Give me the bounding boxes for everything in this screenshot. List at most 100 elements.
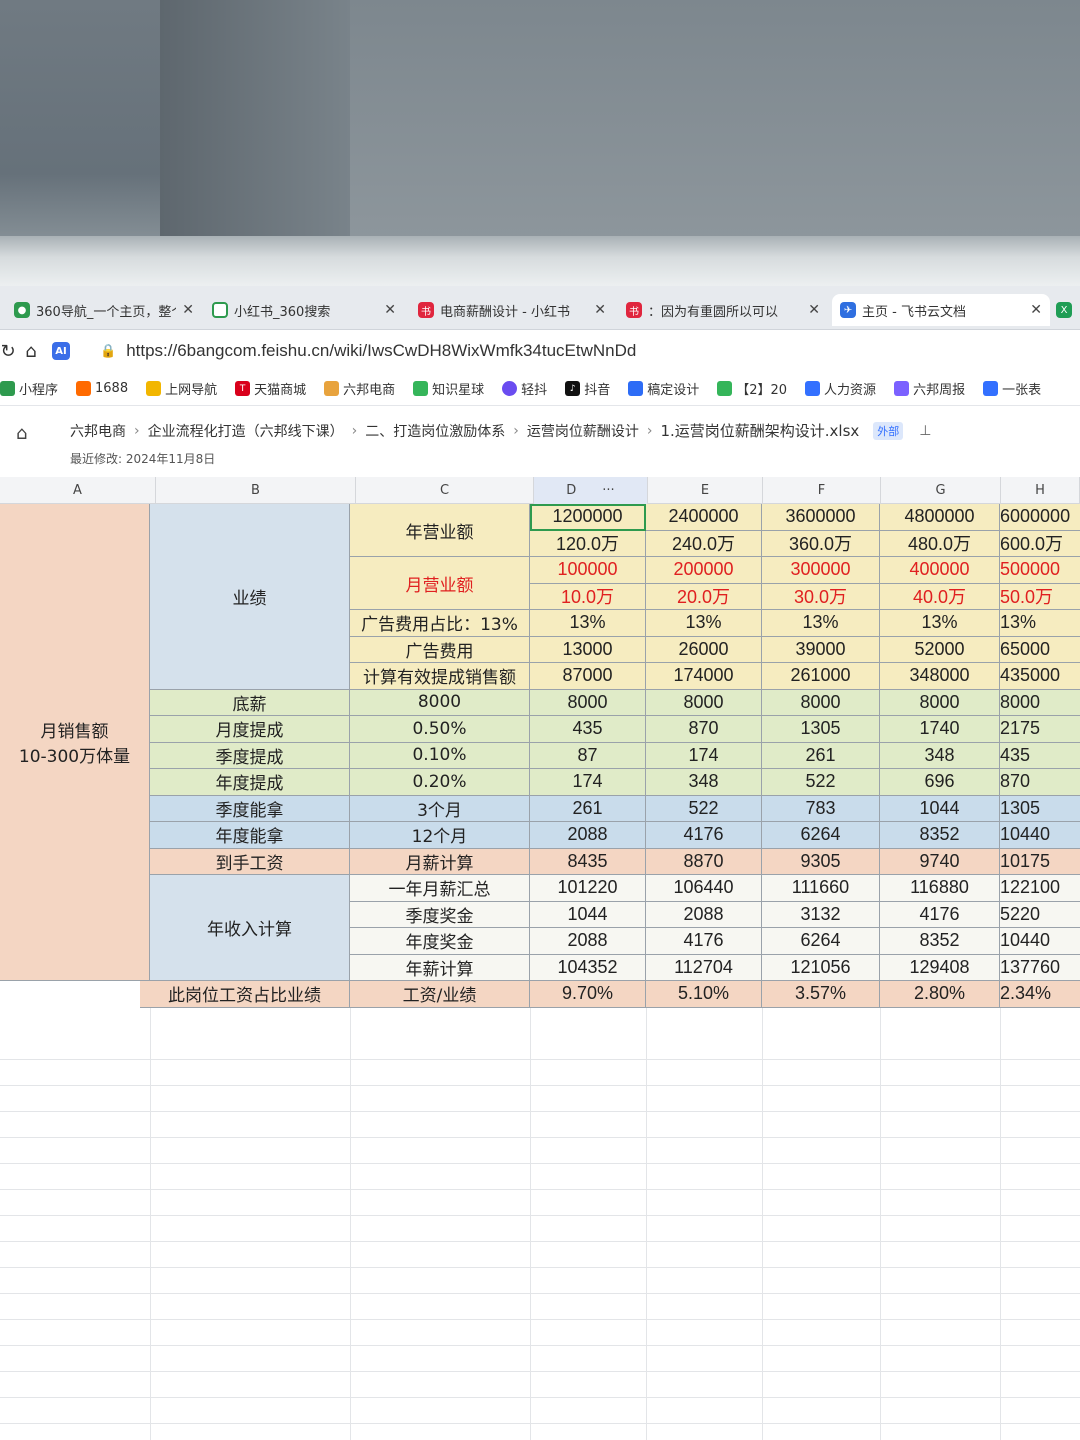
bookmark-item[interactable]: T 天猫商城 xyxy=(235,379,306,398)
bookmark-item[interactable]: ♪ 抖音 xyxy=(565,379,610,398)
cell-value[interactable]: 101220 xyxy=(530,875,646,902)
cell-c[interactable]: 8000 xyxy=(350,689,530,716)
cell-value[interactable]: 1305 xyxy=(1000,795,1080,822)
cell-value[interactable]: 39000 xyxy=(762,636,880,663)
cell-value[interactable]: 13% xyxy=(646,610,762,637)
cell-value[interactable]: 2.80% xyxy=(880,981,1000,1008)
empty-row[interactable] xyxy=(0,1034,1080,1060)
cell-value[interactable]: 65000 xyxy=(1000,636,1080,663)
cell-value[interactable]: 2088 xyxy=(646,901,762,928)
cell-value[interactable]: 13% xyxy=(880,610,1000,637)
cell-value[interactable]: 6264 xyxy=(762,928,880,955)
close-icon[interactable]: ✕ xyxy=(182,302,194,318)
cell-value[interactable]: 116880 xyxy=(880,875,1000,902)
cell-value[interactable]: 9305 xyxy=(762,848,880,875)
column-header[interactable]: F xyxy=(763,477,881,504)
close-icon[interactable]: ✕ xyxy=(1030,302,1042,318)
tab-feishu-home[interactable]: ✈ 主页 - 飞书云文档 ✕ xyxy=(832,294,1050,326)
cell-b[interactable]: 季度提成 xyxy=(150,742,350,769)
cell-b[interactable]: 到手工资 xyxy=(150,848,350,875)
cell-value[interactable]: 300000 xyxy=(762,557,880,584)
cell-value[interactable]: 348 xyxy=(880,742,1000,769)
cell-value[interactable]: 8352 xyxy=(880,822,1000,849)
cell-value[interactable]: 40.0万 xyxy=(880,583,1000,610)
bookmark-item[interactable]: 稿定设计 xyxy=(628,379,699,398)
cell-value[interactable]: 174 xyxy=(530,769,646,796)
cell-value[interactable]: 783 xyxy=(762,795,880,822)
cell-value[interactable]: 522 xyxy=(646,795,762,822)
breadcrumb-item[interactable]: 企业流程化打造（六邦线下课） xyxy=(148,421,344,441)
url-field[interactable]: https://6bangcom.feishu.cn/wiki/IwsCwDH8… xyxy=(126,341,636,361)
cell-value[interactable]: 500000 xyxy=(1000,557,1080,584)
cell-value[interactable]: 87 xyxy=(530,742,646,769)
cell-value[interactable]: 20.0万 xyxy=(646,583,762,610)
cell-c[interactable]: 广告费用 xyxy=(350,636,530,663)
bookmark-item[interactable]: 【2】20 xyxy=(717,379,787,398)
cell-c[interactable]: 3个月 xyxy=(350,795,530,822)
cell-value[interactable]: 8000 xyxy=(880,689,1000,716)
cell-value[interactable]: 360.0万 xyxy=(762,530,880,557)
cell-value[interactable]: 10.0万 xyxy=(530,583,646,610)
cell-c[interactable]: 年薪计算 xyxy=(350,954,530,981)
cell-value[interactable]: 26000 xyxy=(646,636,762,663)
column-header[interactable]: E xyxy=(648,477,763,504)
cell-c[interactable]: 年营业额 xyxy=(350,504,530,557)
cell-value[interactable]: 8000 xyxy=(646,689,762,716)
tab-xiaohongshu-salary[interactable]: 书 电商薪酬设计 - 小红书 ✕ xyxy=(410,294,614,326)
cell-value[interactable]: 8435 xyxy=(530,848,646,875)
home-icon[interactable]: ⌂ xyxy=(16,423,27,444)
cell-value[interactable]: 435000 xyxy=(1000,663,1080,690)
cell-b[interactable]: 底薪 xyxy=(150,689,350,716)
tab-360-nav[interactable]: ● 360导航_一个主页，整个 ✕ xyxy=(6,294,202,326)
bookmark-item[interactable]: 六邦电商 xyxy=(324,379,395,398)
bookmark-item[interactable]: 人力资源 xyxy=(805,379,876,398)
tab-360-search[interactable]: 小红书_360搜索 ✕ xyxy=(204,294,404,326)
cell-c[interactable]: 0.50% xyxy=(350,716,530,743)
cell-b[interactable]: 月度提成 xyxy=(150,716,350,743)
cell-value[interactable]: 6000000 xyxy=(1000,504,1080,531)
home-icon[interactable]: ⌂ xyxy=(16,341,46,362)
column-header[interactable]: B xyxy=(156,477,356,504)
cell-value[interactable]: 30.0万 xyxy=(762,583,880,610)
cell-value[interactable]: 1044 xyxy=(530,901,646,928)
cell-value[interactable]: 52000 xyxy=(880,636,1000,663)
bookmark-item[interactable]: 轻抖 xyxy=(502,379,547,398)
cell-b[interactable]: 此岗位工资占比业绩 xyxy=(140,981,350,1008)
breadcrumb-item[interactable]: 二、打造岗位激励体系 xyxy=(365,421,505,441)
cell-value[interactable]: 10175 xyxy=(1000,848,1080,875)
cell-value[interactable]: 121056 xyxy=(762,954,880,981)
empty-row[interactable] xyxy=(0,1216,1080,1242)
empty-row[interactable] xyxy=(0,1086,1080,1112)
cell-value[interactable]: 13% xyxy=(530,610,646,637)
cell-value[interactable]: 261000 xyxy=(762,663,880,690)
cell-value[interactable]: 3.57% xyxy=(762,981,880,1008)
cell-value[interactable]: 9740 xyxy=(880,848,1000,875)
cell-value[interactable]: 4176 xyxy=(880,901,1000,928)
close-icon[interactable]: ✕ xyxy=(384,302,396,318)
cell-value[interactable]: 1305 xyxy=(762,716,880,743)
cell-c[interactable]: 广告费用占比：13% xyxy=(350,610,530,637)
cell-value[interactable]: 348000 xyxy=(880,663,1000,690)
cell-value[interactable]: 2400000 xyxy=(646,504,762,531)
empty-row[interactable] xyxy=(0,1242,1080,1268)
cell-value[interactable]: 1200000 xyxy=(530,504,646,531)
cell-value[interactable]: 4176 xyxy=(646,928,762,955)
cell-value[interactable]: 8352 xyxy=(880,928,1000,955)
cell-value[interactable]: 480.0万 xyxy=(880,530,1000,557)
pin-icon[interactable]: ⊥ xyxy=(919,423,931,439)
more-icon[interactable]: ··· xyxy=(602,483,614,498)
cell-value[interactable]: 200000 xyxy=(646,557,762,584)
cell-value[interactable]: 8000 xyxy=(762,689,880,716)
cell-value[interactable]: 13% xyxy=(762,610,880,637)
cell-value[interactable]: 348 xyxy=(646,769,762,796)
cell-value[interactable]: 261 xyxy=(762,742,880,769)
cell-value[interactable]: 8000 xyxy=(1000,689,1080,716)
cell-value[interactable]: 4800000 xyxy=(880,504,1000,531)
cell-value[interactable]: 174000 xyxy=(646,663,762,690)
cell-value[interactable]: 10440 xyxy=(1000,928,1080,955)
cell-value[interactable]: 435 xyxy=(1000,742,1080,769)
breadcrumb-item[interactable]: 运营岗位薪酬设计 xyxy=(527,421,639,441)
bookmark-item[interactable]: 六邦周报 xyxy=(894,379,965,398)
bookmark-item[interactable]: 一张表 xyxy=(983,379,1041,398)
cell-value[interactable]: 8000 xyxy=(530,689,646,716)
